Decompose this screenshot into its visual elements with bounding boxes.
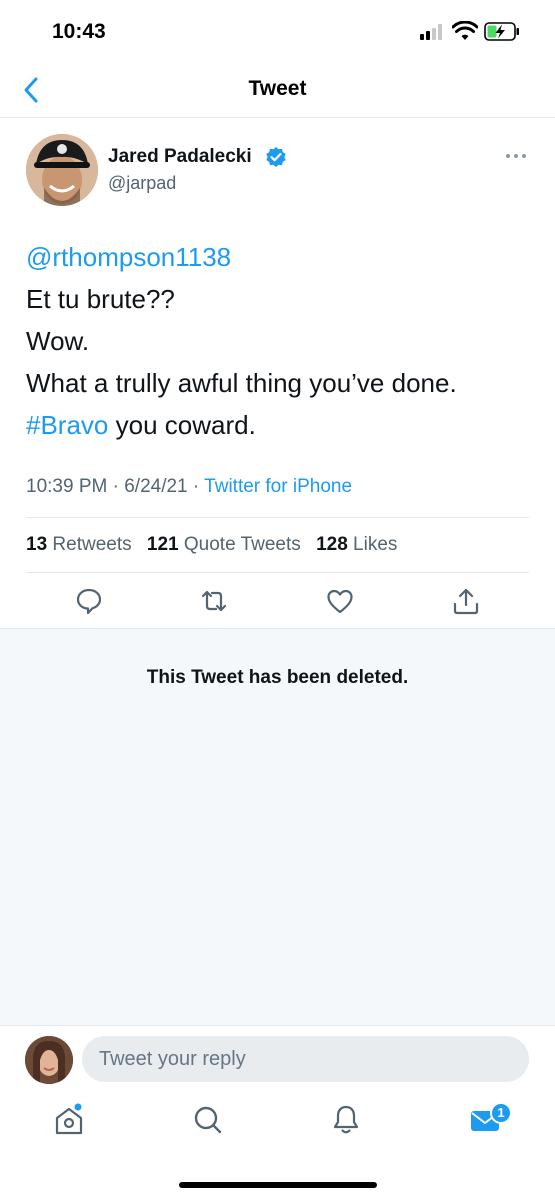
quote-tweets-stat[interactable]: 121 Quote Tweets bbox=[147, 534, 301, 555]
cellular-signal-icon bbox=[420, 24, 446, 40]
tweet-actions bbox=[0, 586, 555, 618]
reply-input[interactable] bbox=[82, 1036, 529, 1082]
tweet-date: 6/24/21 bbox=[124, 476, 188, 497]
divider bbox=[26, 517, 529, 518]
tweet-time: 10:39 PM bbox=[26, 476, 108, 497]
likes-stat[interactable]: 128 Likes bbox=[316, 534, 397, 555]
status-bar: 10:43 bbox=[0, 0, 555, 62]
more-options-icon[interactable] bbox=[504, 148, 528, 164]
wifi-icon bbox=[452, 21, 478, 40]
like-heart-icon[interactable] bbox=[325, 586, 355, 616]
user-avatar bbox=[25, 1036, 73, 1084]
tweet-source-link[interactable]: Twitter for iPhone bbox=[204, 476, 352, 497]
messages-badge: 1 bbox=[490, 1102, 512, 1124]
search-icon[interactable] bbox=[190, 1102, 226, 1138]
author-name[interactable]: Jared Padalecki bbox=[108, 146, 252, 168]
tweet-line: What a trully awful thing you’ve done. bbox=[26, 368, 457, 398]
separator: · bbox=[192, 476, 200, 497]
notifications-bell-icon[interactable] bbox=[328, 1102, 364, 1138]
tweet-text: @rthompson1138 Et tu brute?? Wow. What a… bbox=[26, 236, 536, 446]
retweet-icon[interactable] bbox=[199, 586, 229, 616]
separator: · bbox=[112, 476, 119, 497]
home-indicator bbox=[179, 1182, 377, 1188]
verified-badge-icon bbox=[266, 147, 286, 167]
tweet-stats: 13 Retweets 121 Quote Tweets 128 Likes bbox=[26, 534, 407, 556]
deleted-tweet-notice: This Tweet has been deleted. bbox=[0, 628, 555, 1026]
mention-link[interactable]: @rthompson1138 bbox=[26, 242, 231, 272]
reply-icon[interactable] bbox=[74, 586, 104, 616]
tweet-line: Wow. bbox=[26, 326, 90, 356]
nav-bar: Tweet bbox=[0, 62, 555, 118]
divider bbox=[26, 572, 529, 573]
retweets-stat[interactable]: 13 Retweets bbox=[26, 534, 132, 555]
hashtag-link[interactable]: #Bravo bbox=[26, 410, 108, 440]
status-time: 10:43 bbox=[52, 20, 106, 43]
page-title: Tweet bbox=[248, 77, 307, 100]
author-handle[interactable]: @jarpad bbox=[108, 173, 176, 194]
battery-charging-icon bbox=[484, 22, 519, 41]
tweet-timestamp: 10:39 PM · 6/24/21 · Twitter for iPhone bbox=[26, 476, 352, 498]
home-icon[interactable] bbox=[51, 1102, 87, 1138]
deleted-message: This Tweet has been deleted. bbox=[146, 667, 409, 688]
tweet-line: Et tu brute?? bbox=[26, 284, 175, 314]
tweet-line: you coward. bbox=[108, 410, 256, 440]
author-avatar[interactable] bbox=[26, 134, 98, 206]
share-icon[interactable] bbox=[451, 586, 481, 616]
